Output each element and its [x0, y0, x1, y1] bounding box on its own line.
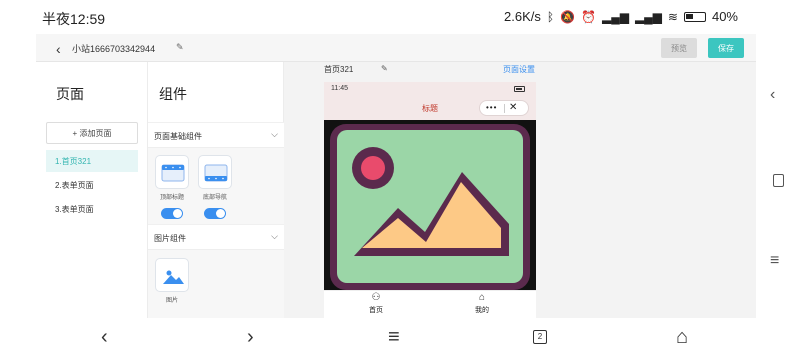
image-icon	[163, 270, 184, 284]
bottom-nav-bar: ‹ › ≡ 2 ⌂	[0, 318, 800, 360]
group-body-image: 图片	[148, 250, 284, 318]
battery-icon	[514, 86, 525, 92]
pages-panel: 页面 + 添加页面 1.首页321 2.表单页面 3.表单页面	[36, 62, 148, 318]
phone-time: 11:45	[331, 85, 348, 92]
alarm-icon: ⏰	[581, 9, 596, 24]
components-title: 组件	[159, 86, 187, 102]
page-settings-link[interactable]: 页面设置	[503, 64, 535, 75]
pages-title: 页面	[56, 86, 84, 102]
component-label: 顶部标题	[159, 195, 184, 201]
header-bar-icon	[161, 164, 185, 182]
right-nav: ‹ ≡	[756, 34, 800, 318]
battery-level: 40%	[711, 9, 738, 24]
group-header-basic[interactable]: 页面基础组件 ⌵	[148, 122, 284, 148]
site-name: 小站1666703342944	[72, 44, 156, 54]
image-placeholder[interactable]	[324, 120, 536, 290]
editor-canvas: 首页321 ✎ 页面设置 11:45 标题 ••• ✕ ⚇ 首页 ⌂ 我的	[284, 62, 756, 318]
top-title-component[interactable]	[155, 155, 189, 189]
group-label: 图片组件	[154, 234, 186, 243]
signal-icon: ▂▄▆	[601, 9, 629, 24]
bottom-nav-component[interactable]	[198, 155, 232, 189]
editor-toolbar: ‹ 小站1666703342944 ✎ 预览 保存	[36, 34, 756, 62]
component-label: 底部导航	[202, 195, 227, 201]
group-body-basic: 顶部标题 底部导航	[148, 148, 284, 224]
chevron-down-icon: ⌵	[271, 231, 278, 241]
page-item[interactable]: 2.表单页面	[46, 174, 138, 196]
status-time: 半夜12:59	[42, 11, 106, 27]
tab-home[interactable]: ⚇ 首页	[346, 291, 406, 318]
divider	[504, 104, 505, 113]
home-icon[interactable]: ⌂	[676, 326, 688, 349]
user-icon: ⚇	[371, 292, 381, 303]
toggle-bottom-nav[interactable]	[204, 208, 226, 219]
network-speed: 2.6K/s	[504, 9, 541, 24]
home-icon: ⌂	[478, 292, 486, 303]
save-button[interactable]: 保存	[708, 38, 744, 58]
preview-button[interactable]: 预览	[661, 38, 697, 58]
toggle-top-title[interactable]	[161, 208, 183, 219]
menu-icon[interactable]: ≡	[388, 326, 400, 349]
canvas-page-name: 首页321	[324, 65, 354, 74]
back-icon[interactable]: ‹	[770, 86, 775, 104]
phone-title-bar[interactable]: 标题 ••• ✕	[324, 96, 536, 120]
chevron-down-icon: ⌵	[271, 129, 278, 139]
mute-icon: 🔕	[560, 9, 576, 24]
status-bar: 半夜12:59 2.6K/s ᛒ 🔕 ⏰ ▂▄▆ ▂▄▆ ≋ 40%	[0, 0, 800, 34]
signal-icon-2: ▂▄▆	[634, 9, 662, 24]
app-window: ‹ 小站1666703342944 ✎ 预览 保存 页面 + 添加页面 1.首页…	[36, 34, 756, 318]
page-item[interactable]: 3.表单页面	[46, 198, 138, 220]
square-icon[interactable]	[773, 174, 784, 187]
battery-icon	[683, 11, 706, 22]
group-label: 页面基础组件	[154, 132, 202, 141]
close-icon[interactable]: ✕	[509, 102, 517, 113]
image-component[interactable]	[155, 258, 189, 292]
component-label: 图片	[165, 298, 178, 304]
back-arrow-icon[interactable]: ‹	[101, 326, 108, 349]
landscape-image-icon	[324, 120, 536, 290]
edit-pencil-icon[interactable]: ✎	[381, 64, 388, 73]
wifi-icon: ≋	[667, 9, 678, 24]
edit-pencil-icon[interactable]: ✎	[176, 42, 184, 53]
tab-label: 我的	[475, 307, 489, 314]
phone-preview: 11:45 标题 ••• ✕ ⚇ 首页 ⌂ 我的	[324, 82, 536, 318]
back-chevron-icon[interactable]: ‹	[56, 41, 61, 57]
more-icon[interactable]: •••	[486, 103, 497, 112]
group-header-image[interactable]: 图片组件 ⌵	[148, 224, 284, 250]
menu-capsule: ••• ✕	[479, 100, 529, 116]
menu-icon[interactable]: ≡	[770, 252, 779, 270]
page-item[interactable]: 1.首页321	[46, 150, 138, 172]
forward-arrow-icon[interactable]: ›	[247, 326, 254, 349]
tab-label: 首页	[369, 307, 383, 314]
bluetooth-icon: ᛒ	[546, 9, 555, 24]
components-panel: 组件 页面基础组件 ⌵ 顶部标题 底部导航 图片组件 ⌵ 图片	[148, 62, 284, 318]
tab-mine[interactable]: ⌂ 我的	[452, 291, 512, 318]
phone-tab-bar: ⚇ 首页 ⌂ 我的	[324, 290, 536, 318]
tabs-count-icon[interactable]: 2	[533, 330, 547, 344]
bottom-nav-icon	[204, 164, 228, 182]
status-icons: 2.6K/s ᛒ 🔕 ⏰ ▂▄▆ ▂▄▆ ≋ 40%	[504, 9, 738, 24]
add-page-button[interactable]: + 添加页面	[46, 122, 138, 144]
phone-status-bar: 11:45	[324, 82, 536, 96]
